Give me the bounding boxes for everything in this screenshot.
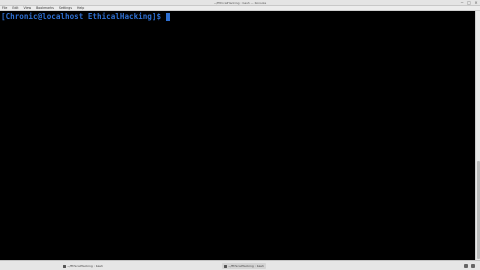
text-cursor bbox=[166, 12, 171, 21]
shell-prompt: [Chronic@localhost EthicalHacking]$ bbox=[1, 12, 162, 21]
menu-settings[interactable]: Settings bbox=[59, 6, 72, 11]
taskbar-item-bash-2[interactable]: ~/EthicalHacking : bash bbox=[222, 263, 266, 269]
menu-bookmarks[interactable]: Bookmarks bbox=[36, 6, 54, 11]
clock-icon[interactable] bbox=[471, 264, 475, 268]
menu-view[interactable]: View bbox=[24, 6, 32, 11]
taskbar: ~/EthicalHacking : bash ~/EthicalHacking… bbox=[0, 260, 480, 270]
maximize-icon[interactable]: □ bbox=[467, 1, 471, 5]
menu-help[interactable]: Help bbox=[77, 6, 84, 11]
terminal-icon bbox=[63, 264, 66, 268]
taskbar-item-label: ~/EthicalHacking : bash bbox=[67, 264, 103, 268]
minimize-icon[interactable]: − bbox=[460, 1, 464, 5]
konsole-window: ~/EthicalHacking : bash — Konsole − □ × … bbox=[0, 0, 480, 270]
tray-icon[interactable] bbox=[464, 264, 468, 268]
taskbar-item-label: ~/EthicalHacking : bash bbox=[228, 264, 264, 268]
menu-edit[interactable]: Edit bbox=[12, 6, 18, 11]
menu-file[interactable]: File bbox=[2, 6, 7, 11]
vertical-scrollbar[interactable] bbox=[475, 11, 480, 260]
prompt-line: [Chronic@localhost EthicalHacking]$ bbox=[1, 12, 171, 21]
taskbar-item-bash-1[interactable]: ~/EthicalHacking : bash bbox=[63, 263, 103, 269]
terminal-area[interactable]: [Chronic@localhost EthicalHacking]$ bbox=[0, 11, 475, 260]
terminal-icon bbox=[224, 264, 227, 268]
close-icon[interactable]: × bbox=[474, 1, 478, 5]
